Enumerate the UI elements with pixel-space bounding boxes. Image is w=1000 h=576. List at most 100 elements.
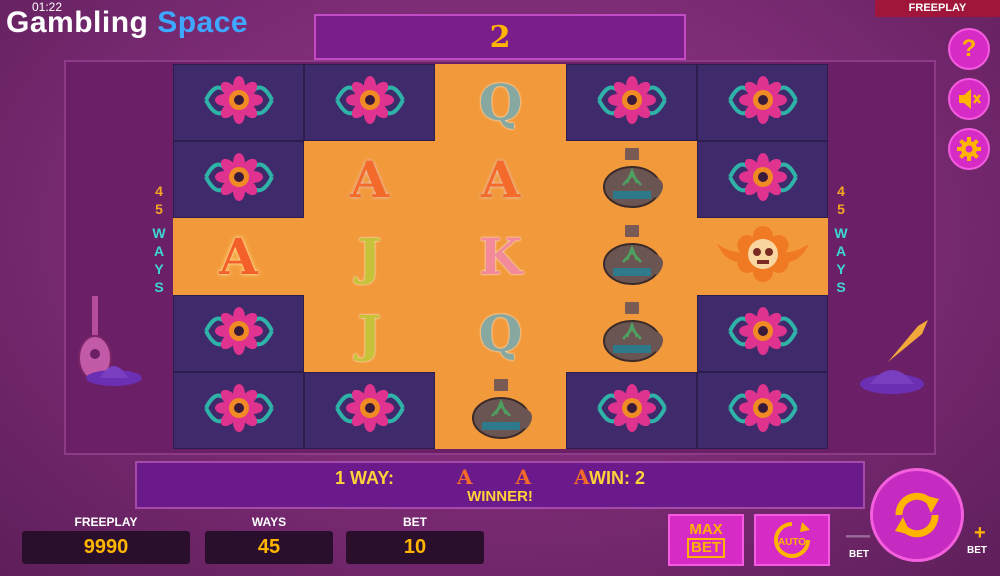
reel-cell [697, 141, 828, 218]
ways-number-digit: 5 [837, 201, 845, 217]
reel-cell: J [304, 295, 435, 372]
tequila-bottle-icon [597, 299, 667, 368]
symbol-k: K [478, 227, 523, 286]
ways-label-right: 4 5 W A Y S [832, 182, 850, 296]
flower-skull-icon [203, 301, 274, 366]
brand-logo: Gambling Space [6, 6, 248, 40]
trumpet-decoration [860, 320, 928, 394]
win-message: WINNER! [467, 488, 533, 505]
flower-skull-icon [203, 70, 274, 135]
reel-cell [697, 295, 828, 372]
flower-skull-icon [334, 378, 405, 443]
auto-spin-button[interactable]: AUTO [754, 514, 830, 566]
reel-cell [173, 295, 304, 372]
max-bet-line2: BET [687, 538, 725, 558]
freeplay-balance: 9990 [22, 531, 190, 564]
spin-arrows-icon [895, 492, 939, 538]
max-bet-line1: MAX [689, 521, 723, 538]
brand-part2: Space [157, 6, 249, 39]
help-icon: ? [961, 35, 977, 62]
reel-cell [697, 218, 828, 295]
win-ways-text: 1 WAY: [335, 468, 395, 488]
reel-cell [566, 141, 697, 218]
ways-number-digit: 4 [155, 183, 163, 199]
ways-number-digit: 4 [837, 183, 845, 199]
reel-cell [697, 372, 828, 449]
ways-word-letter: A [835, 243, 847, 259]
minus-icon: — [846, 522, 870, 549]
win-amount-text: WIN: 2 [589, 468, 645, 488]
tequila-bottle-icon [597, 145, 667, 214]
bet-increase-button[interactable]: + BET [960, 522, 994, 556]
ways-number-digit: 5 [155, 201, 163, 217]
reel-cell [304, 372, 435, 449]
reel-cell: A [173, 218, 304, 295]
flower-skull-icon [203, 378, 274, 443]
spin-button[interactable] [870, 468, 964, 562]
reel-cell [566, 64, 697, 141]
symbol-j: J [357, 304, 382, 363]
max-bet-button[interactable]: MAX BET [668, 514, 744, 566]
tequila-bottle-icon [466, 376, 536, 445]
ways-word-letter: S [154, 279, 164, 295]
counter-value: 2 [489, 19, 511, 55]
ways-word-letter: S [836, 279, 846, 295]
reel-cell: J [304, 218, 435, 295]
ways-word-letter: A [153, 243, 165, 259]
reel-cell: Q [435, 295, 566, 372]
auto-label: AUTO [777, 536, 807, 548]
sound-muted-icon [959, 89, 981, 109]
bet-decrease-label: BET [849, 549, 869, 560]
sound-button[interactable] [948, 78, 990, 120]
settings-button[interactable] [948, 128, 990, 170]
ways-stat-label: WAYS [251, 515, 287, 529]
freeplay-badge: FREEPLAY [875, 0, 1000, 17]
reel-cell [566, 218, 697, 295]
freeplay-label: FREEPLAY [74, 515, 138, 529]
ways-word-letter: W [834, 225, 848, 241]
reel-cell: K [435, 218, 566, 295]
reel-cell [173, 141, 304, 218]
win-symbols: A A A [457, 465, 608, 489]
reel-cell [697, 64, 828, 141]
symbol-a: A [481, 150, 520, 209]
reel-cell [566, 295, 697, 372]
reel-cell: Q [435, 64, 566, 141]
ways-label-left: 4 5 W A Y S [150, 182, 168, 296]
plus-icon: + [974, 522, 986, 544]
flower-skull-icon [727, 147, 798, 212]
help-button[interactable]: ? [948, 28, 990, 70]
flower-skull-icon [596, 378, 667, 443]
symbol-q: Q [478, 73, 523, 132]
symbol-a: A [350, 150, 389, 209]
bet-decrease-button[interactable]: — BET [842, 522, 876, 560]
winged-skull-icon [713, 224, 813, 289]
ways-stat-value: 45 [205, 531, 333, 564]
flower-skull-icon [334, 70, 405, 135]
flower-skull-icon [727, 378, 798, 443]
symbol-q: Q [478, 304, 523, 363]
reel-cell [173, 372, 304, 449]
gear-icon [957, 137, 981, 161]
reel-cell: A [304, 141, 435, 218]
counter-box: 2 [314, 14, 686, 60]
ways-word-letter: W [152, 225, 166, 241]
bet-increase-label: BET [967, 545, 987, 556]
reel-cell [435, 372, 566, 449]
reel-cell: A [435, 141, 566, 218]
reels-grid: AAJJQAKQ [173, 64, 828, 450]
symbol-j: J [357, 227, 382, 286]
ways-word-letter: Y [836, 261, 846, 277]
reel-cell [566, 372, 697, 449]
tequila-bottle-icon [597, 222, 667, 291]
flower-skull-icon [727, 301, 798, 366]
flower-skull-icon [727, 70, 798, 135]
bet-stat-value: 10 [346, 531, 484, 564]
brand-part1: Gambling [6, 6, 149, 39]
win-bar: 1 WAY: A A A WIN: 2 WINNER! [135, 461, 865, 509]
guitar-decoration [78, 296, 142, 386]
flower-skull-icon [596, 70, 667, 135]
ways-word-letter: Y [154, 261, 164, 277]
reel-cell [173, 64, 304, 141]
reel-cell [304, 64, 435, 141]
